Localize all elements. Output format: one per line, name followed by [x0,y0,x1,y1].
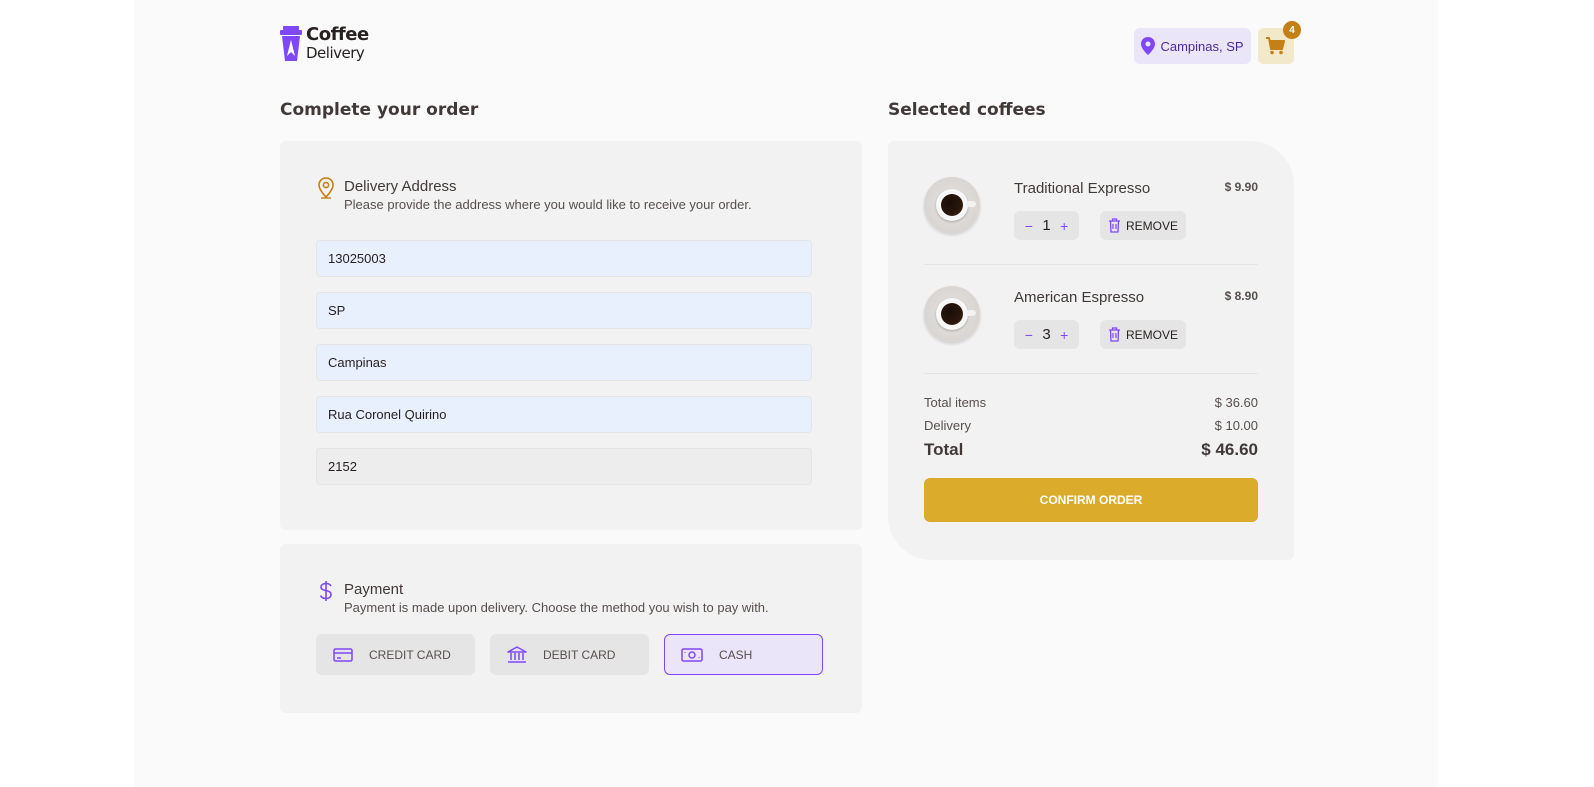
total-items-row: Total items $ 36.60 [924,395,1258,410]
coffee-image [924,177,980,233]
credit-card-icon [333,647,353,662]
minus-icon[interactable]: − [1025,218,1033,234]
city-input[interactable]: Campinas [316,344,812,381]
map-pin-outline-icon [318,177,334,199]
logo[interactable]: Coffee Delivery [280,26,369,62]
money-bill-icon [681,647,703,662]
location-button[interactable]: Campinas, SP [1134,28,1251,64]
remove-button[interactable]: REMOVE [1100,320,1186,349]
cart-count-badge: 4 [1283,21,1301,39]
coffee-cup-logo-icon [280,26,302,61]
divider [924,373,1258,374]
coffee-name: Traditional Expresso [1014,180,1151,197]
order-title: Complete your order [280,100,479,120]
coffee-price: $ 9.90 [1224,180,1258,194]
quantity-stepper: − 3 + [1014,320,1079,349]
total-value: $ 46.60 [1201,440,1258,459]
delivery-row: Delivery $ 10.00 [924,418,1258,433]
list-item: American Espresso $ 8.90 − 3 + REMOVE [924,286,1258,350]
payment-card: Payment Payment is made upon delivery. C… [280,544,862,713]
bank-icon [507,645,527,663]
quantity-stepper: − 1 + [1014,211,1079,240]
dollar-sign-icon [319,581,332,601]
remove-label: REMOVE [1125,327,1178,342]
total-row: Total $ 46.60 [924,440,1258,460]
delivery-address-card: Delivery Address Please provide the addr… [280,141,862,530]
cart-button[interactable]: 4 [1258,21,1301,64]
number-input[interactable]: 2152 [316,448,812,485]
payment-subheading: Payment is made upon delivery. Choose th… [344,600,769,615]
quantity-value: 3 [1042,326,1051,343]
state-input[interactable]: SP [316,292,812,329]
minus-icon[interactable]: − [1025,327,1033,343]
list-item: Traditional Expresso $ 9.90 − 1 + REMOVE [924,177,1258,241]
payment-heading: Payment [344,581,404,598]
plus-icon[interactable]: + [1060,327,1068,343]
trash-icon [1108,327,1120,342]
remove-button[interactable]: REMOVE [1100,211,1186,240]
confirm-order-button[interactable]: CONFIRM ORDER [924,478,1258,522]
trash-icon [1108,218,1120,233]
debit-card-option[interactable]: DEBIT CARD [490,634,649,675]
coffee-price: $ 8.90 [1224,289,1258,303]
total-items-value: $ 36.60 [1214,395,1258,410]
total-items-label: Total items [924,395,987,410]
delivery-value: $ 10.00 [1214,418,1258,433]
street-input[interactable]: Rua Coronel Quirino [316,396,812,433]
logo-line2: Delivery [306,44,365,62]
cash-option[interactable]: CASH [664,634,823,675]
cash-label: CASH [719,647,753,662]
coffee-name: American Espresso [1014,289,1145,306]
location-label: Campinas, SP [1160,38,1244,54]
credit-card-option[interactable]: CREDIT CARD [316,634,475,675]
debit-card-label: DEBIT CARD [543,647,616,662]
address-subheading: Please provide the address where you wou… [344,197,752,212]
zip-code-input[interactable]: 13025003 [316,240,812,277]
divider [924,264,1258,265]
coffee-image [924,286,980,342]
selected-coffees-card: Traditional Expresso $ 9.90 − 1 + REMOVE… [888,141,1294,560]
logo-line1: Coffee [306,24,369,45]
plus-icon[interactable]: + [1060,218,1068,234]
map-pin-icon [1141,37,1156,55]
credit-card-label: CREDIT CARD [369,647,451,662]
total-label: Total [924,440,964,459]
shopping-cart-icon [1266,37,1285,55]
remove-label: REMOVE [1125,218,1178,233]
delivery-label: Delivery [924,418,971,433]
cart-title: Selected coffees [888,100,1046,120]
quantity-value: 1 [1042,217,1051,234]
address-heading: Delivery Address [344,178,457,195]
